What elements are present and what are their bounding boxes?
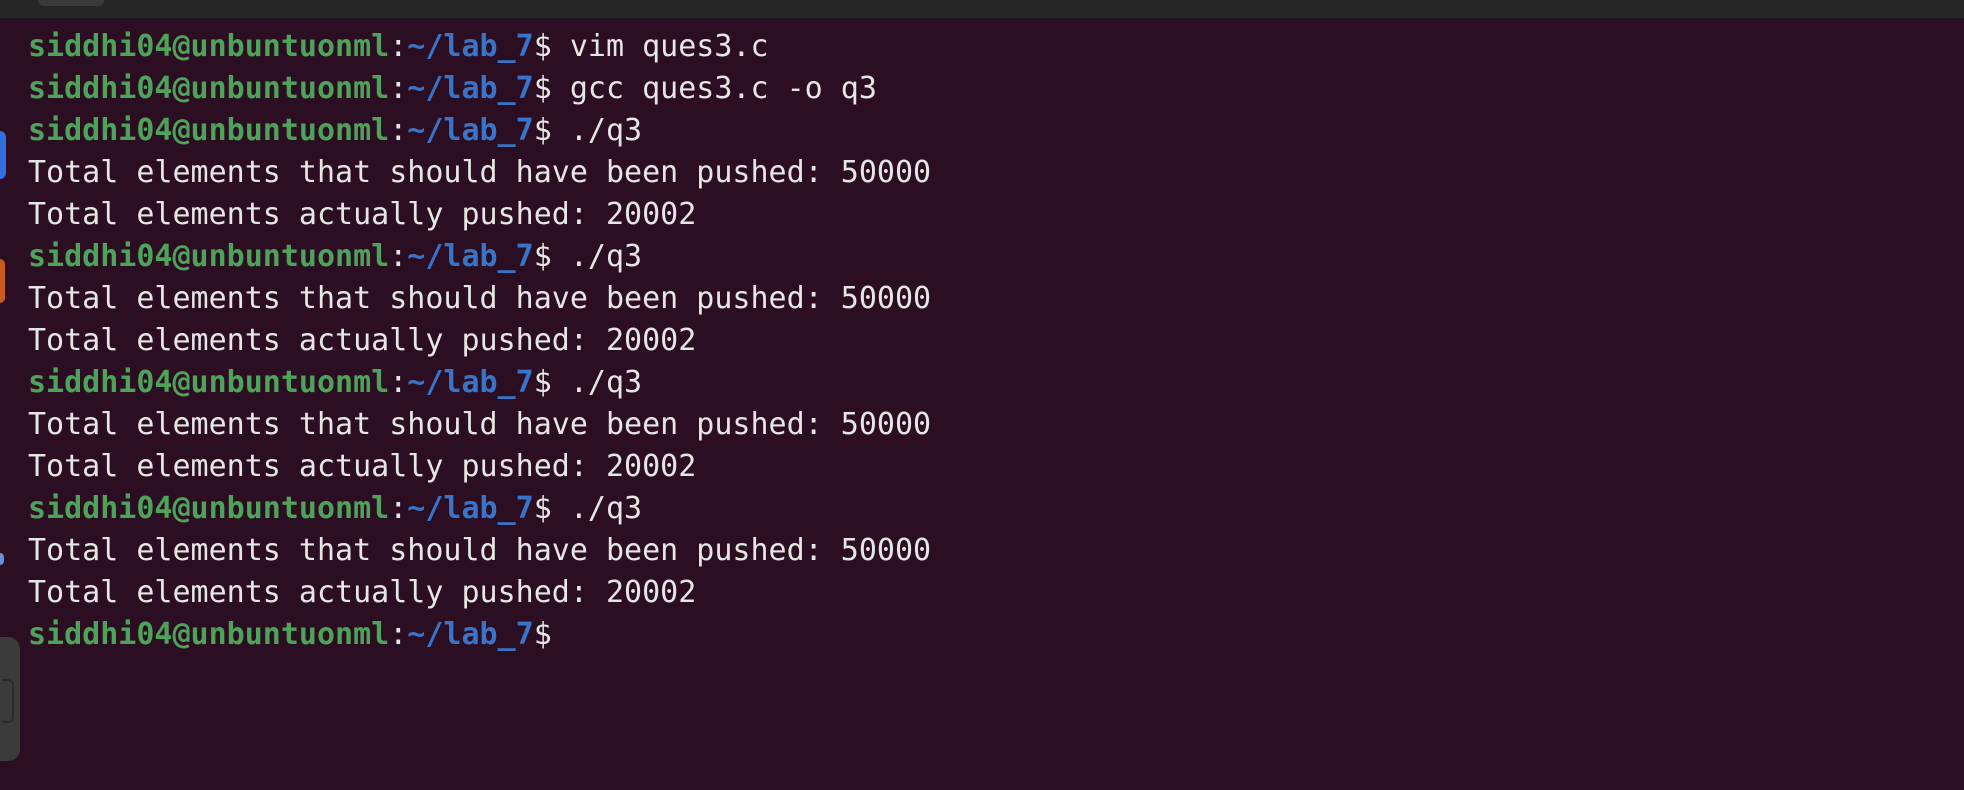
prompt-colon: : (389, 113, 408, 148)
prompt-colon: : (389, 71, 408, 106)
output-line: Total elements that should have been pus… (28, 152, 1948, 194)
output-line: Total elements actually pushed: 20002 (28, 320, 1948, 362)
output-text: Total elements actually pushed: 20002 (28, 575, 697, 610)
browser-icon[interactable] (0, 131, 6, 179)
prompt-user: siddhi04@unbuntuonml (28, 113, 390, 148)
window-titlebar[interactable] (0, 0, 1964, 19)
prompt-line: siddhi04@unbuntuonml:~/lab_7$ ./q3 (28, 236, 1948, 278)
prompt-symbol: $ (533, 29, 552, 64)
output-text: Total elements that should have been pus… (28, 155, 932, 190)
command-text: gcc ques3.c -o q3 (551, 71, 877, 106)
prompt-symbol: $ (533, 71, 552, 106)
prompt-path: ~/lab_7 (407, 617, 534, 652)
prompt-symbol: $ (533, 617, 552, 652)
prompt-path: ~/lab_7 (407, 365, 534, 400)
terminal-output[interactable]: siddhi04@unbuntuonml:~/lab_7$ vim ques3.… (28, 26, 1948, 656)
command-text: ./q3 (551, 113, 643, 148)
command-text: vim ques3.c (551, 29, 769, 64)
output-line: Total elements that should have been pus… (28, 530, 1948, 572)
output-text: Total elements that should have been pus… (28, 533, 932, 568)
output-text: Total elements actually pushed: 20002 (28, 449, 697, 484)
desktop-screen: siddhi04@unbuntuonml:~/lab_7$ vim ques3.… (0, 0, 1964, 790)
prompt-colon: : (389, 617, 408, 652)
output-line: Total elements that should have been pus… (28, 278, 1948, 320)
command-text: ./q3 (551, 239, 643, 274)
prompt-path: ~/lab_7 (407, 71, 534, 106)
prompt-user: siddhi04@unbuntuonml (28, 239, 390, 274)
prompt-path: ~/lab_7 (407, 29, 534, 64)
prompt-path: ~/lab_7 (407, 113, 534, 148)
command-text: ./q3 (551, 491, 643, 526)
prompt-colon: : (389, 29, 408, 64)
prompt-user: siddhi04@unbuntuonml (28, 29, 390, 64)
prompt-line: siddhi04@unbuntuonml:~/lab_7$ vim ques3.… (28, 26, 1948, 68)
output-line: Total elements actually pushed: 20002 (28, 194, 1948, 236)
output-text: Total elements actually pushed: 20002 (28, 323, 697, 358)
prompt-path: ~/lab_7 (407, 491, 534, 526)
app-icon[interactable] (0, 553, 4, 565)
files-icon[interactable] (0, 259, 5, 303)
prompt-colon: : (389, 491, 408, 526)
terminal-icon[interactable] (0, 637, 20, 761)
prompt-path: ~/lab_7 (407, 239, 534, 274)
prompt-colon: : (389, 365, 408, 400)
prompt-line: siddhi04@unbuntuonml:~/lab_7$ ./q3 (28, 488, 1948, 530)
prompt-symbol: $ (533, 491, 552, 526)
output-text: Total elements that should have been pus… (28, 407, 932, 442)
prompt-line: siddhi04@unbuntuonml:~/lab_7$ ./q3 (28, 362, 1948, 404)
prompt-symbol: $ (533, 239, 552, 274)
prompt-user: siddhi04@unbuntuonml (28, 491, 390, 526)
prompt-line: siddhi04@unbuntuonml:~/lab_7$ ./q3 (28, 110, 1948, 152)
titlebar-tab[interactable] (38, 0, 104, 6)
output-text: Total elements that should have been pus… (28, 281, 932, 316)
prompt-line: siddhi04@unbuntuonml:~/lab_7$ (28, 614, 1948, 656)
output-line: Total elements actually pushed: 20002 (28, 446, 1948, 488)
prompt-user: siddhi04@unbuntuonml (28, 71, 390, 106)
prompt-user: siddhi04@unbuntuonml (28, 617, 390, 652)
prompt-symbol: $ (533, 113, 552, 148)
output-line: Total elements actually pushed: 20002 (28, 572, 1948, 614)
output-line: Total elements that should have been pus… (28, 404, 1948, 446)
prompt-user: siddhi04@unbuntuonml (28, 365, 390, 400)
output-text: Total elements actually pushed: 20002 (28, 197, 697, 232)
prompt-colon: : (389, 239, 408, 274)
command-text: ./q3 (551, 365, 643, 400)
prompt-symbol: $ (533, 365, 552, 400)
prompt-line: siddhi04@unbuntuonml:~/lab_7$ gcc ques3.… (28, 68, 1948, 110)
dock (0, 19, 25, 790)
